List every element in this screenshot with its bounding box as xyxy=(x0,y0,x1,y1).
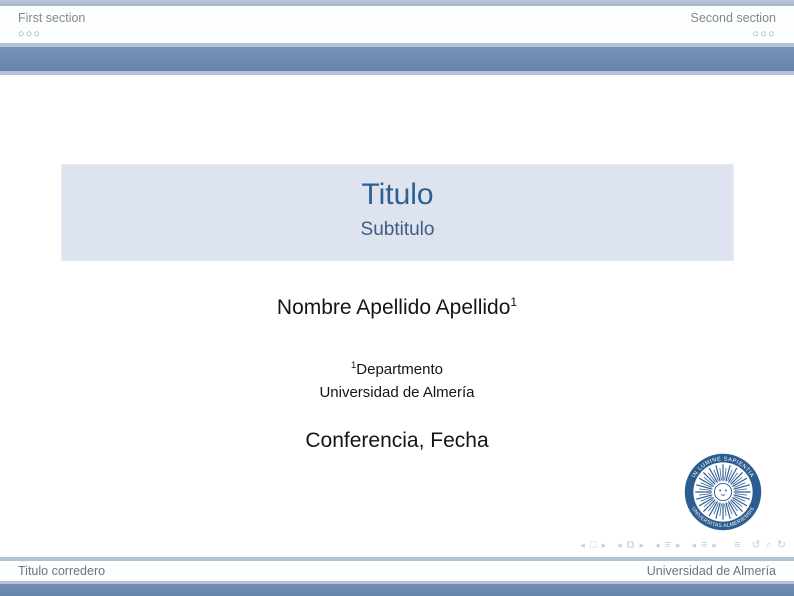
subsection-forward-icon[interactable]: ▸ xyxy=(676,537,681,553)
subsection-back-icon[interactable]: ◂ xyxy=(655,537,660,553)
section-nav-second: Second section ○○○ xyxy=(691,11,776,41)
nav-group-frame: ◂ ⧉ ▸ xyxy=(617,537,644,553)
slide-icon[interactable]: □ xyxy=(590,537,597,553)
frame-back-icon[interactable]: ◂ xyxy=(617,537,622,553)
section-nav-first: First section ○○○ xyxy=(18,11,85,41)
beamer-navigation-symbols: ◂ □ ▸ ◂ ⧉ ▸ ◂ ≡ ▸ ◂ ≡ ▸ ≡ ↺ ⌕ ↻ xyxy=(569,537,786,553)
header-navigation-bar: First section ○○○ Second section ○○○ xyxy=(0,6,794,43)
author-footnote-mark: 1 xyxy=(510,295,517,309)
footer-bar: Titulo corredero Universidad de Almería xyxy=(0,561,794,581)
slide-back-icon[interactable]: ◂ xyxy=(580,537,585,553)
beamer-title-slide: First section ○○○ Second section ○○○ Tit… xyxy=(0,0,794,596)
bottom-accent-bar xyxy=(0,584,794,596)
section-back-icon[interactable]: ◂ xyxy=(691,537,696,553)
section-link-first[interactable]: First section xyxy=(18,11,85,26)
frame-dots-second[interactable]: ○○○ xyxy=(752,28,776,41)
slide-subtitle: Subtitulo xyxy=(62,217,733,243)
institute-department: Departmento xyxy=(356,361,443,378)
footer-institution: Universidad de Almería xyxy=(647,564,776,578)
university-seal-logo: IN LUMINE SAPIENTIA UNIVERSITAS ALMERIEN… xyxy=(684,453,762,531)
nav-group-subsection: ◂ ≡ ▸ xyxy=(655,537,680,553)
institute-block: 1Departmento Universidad de Almería xyxy=(0,359,794,404)
author-name: Nombre Apellido Apellido xyxy=(277,296,510,319)
appendix-icon[interactable]: ≡ xyxy=(734,537,740,553)
frame-forward-icon[interactable]: ▸ xyxy=(639,537,644,553)
back-icon[interactable]: ↺ xyxy=(751,537,760,553)
footer-short-title: Titulo corredero xyxy=(18,564,105,578)
conference-date-line: Conferencia, Fecha xyxy=(0,429,794,453)
section-link-second[interactable]: Second section xyxy=(691,11,776,26)
header-separator-bottom xyxy=(0,71,794,75)
frame-icon[interactable]: ⧉ xyxy=(627,537,635,553)
forward-icon[interactable]: ↻ xyxy=(777,537,786,553)
institute-university: Universidad de Almería xyxy=(0,382,794,405)
author-line: Nombre Apellido Apellido1 xyxy=(0,296,794,320)
slide-title: Titulo xyxy=(62,176,733,214)
slide-forward-icon[interactable]: ▸ xyxy=(602,537,607,553)
frame-dots-first[interactable]: ○○○ xyxy=(18,28,85,41)
title-box: Titulo Subtitulo xyxy=(61,164,734,261)
header-accent-bar xyxy=(0,47,794,71)
nav-group-slide: ◂ □ ▸ xyxy=(580,537,606,553)
subsection-icon[interactable]: ≡ xyxy=(665,537,671,553)
nav-group-history: ↺ ⌕ ↻ xyxy=(751,537,786,553)
section-forward-icon[interactable]: ▸ xyxy=(712,537,717,553)
section-icon[interactable]: ≡ xyxy=(701,537,707,553)
search-icon[interactable]: ⌕ xyxy=(766,537,772,553)
institute-department-line: 1Departmento xyxy=(0,359,794,382)
nav-group-section: ◂ ≡ ▸ xyxy=(691,537,716,553)
